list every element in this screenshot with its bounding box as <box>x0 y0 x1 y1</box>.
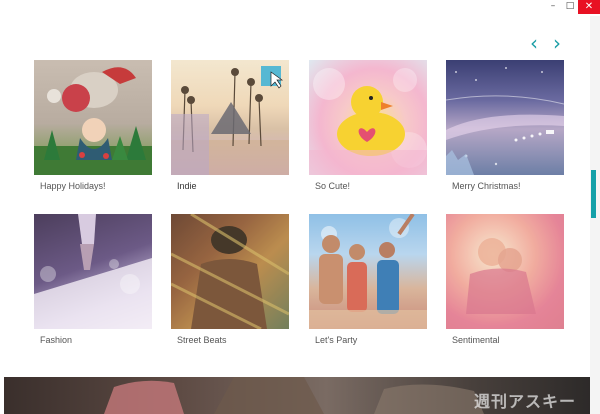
theme-tile-so-cute[interactable]: So Cute! <box>309 60 427 191</box>
theme-tile-street-beats[interactable]: Street Beats <box>171 214 289 345</box>
chevron-left-icon[interactable]: ‹ <box>526 33 542 53</box>
theme-tile-happy-holidays[interactable]: Happy Holidays! <box>34 60 152 191</box>
window-titlebar: – □ ✕ <box>0 0 600 16</box>
chevron-right-icon[interactable]: › <box>549 33 565 53</box>
theme-label: Happy Holidays! <box>40 181 106 191</box>
theme-label: Sentimental <box>452 335 500 345</box>
theme-tile-merry-christmas[interactable]: Merry Christmas! <box>446 60 564 191</box>
theme-thumbnail <box>34 60 152 175</box>
christmas-sky-illustration <box>446 67 564 175</box>
theme-tile-sentimental[interactable]: Sentimental <box>446 214 564 345</box>
sentimental-illustration <box>446 214 564 329</box>
theme-label: Indie <box>177 181 197 191</box>
fashion-illustration <box>34 214 152 329</box>
theme-thumbnail <box>446 60 564 175</box>
theme-thumbnail <box>309 60 427 175</box>
maximize-button[interactable]: □ <box>561 0 579 14</box>
party-illustration <box>309 214 427 329</box>
theme-label: So Cute! <box>315 181 351 191</box>
theme-label: Street Beats <box>177 335 227 345</box>
theme-label: Merry Christmas! <box>452 181 521 191</box>
theme-tile-fashion[interactable]: Fashion <box>34 214 152 345</box>
theme-tile-indie[interactable]: Indie <box>171 60 289 191</box>
watermark-text: 週刊アスキー <box>473 394 576 411</box>
indie-illustration <box>171 66 289 175</box>
theme-label: Fashion <box>40 335 73 345</box>
theme-thumbnail <box>309 214 427 329</box>
street-illustration <box>171 214 289 329</box>
theme-thumbnail <box>446 214 564 329</box>
theme-thumbnail <box>34 214 152 329</box>
duck-illustration <box>309 68 427 175</box>
theme-thumbnail <box>171 214 289 329</box>
minimize-button[interactable]: – <box>544 0 562 14</box>
holiday-illustration <box>34 67 152 175</box>
scrollbar-thumb[interactable] <box>591 170 596 218</box>
theme-label: Let's Party <box>315 335 358 345</box>
close-button[interactable]: ✕ <box>578 0 600 14</box>
theme-thumbnail <box>171 60 289 175</box>
next-row-thumbnails: 週刊アスキー <box>4 377 590 414</box>
theme-tile-lets-party[interactable]: Let's Party <box>309 214 427 345</box>
